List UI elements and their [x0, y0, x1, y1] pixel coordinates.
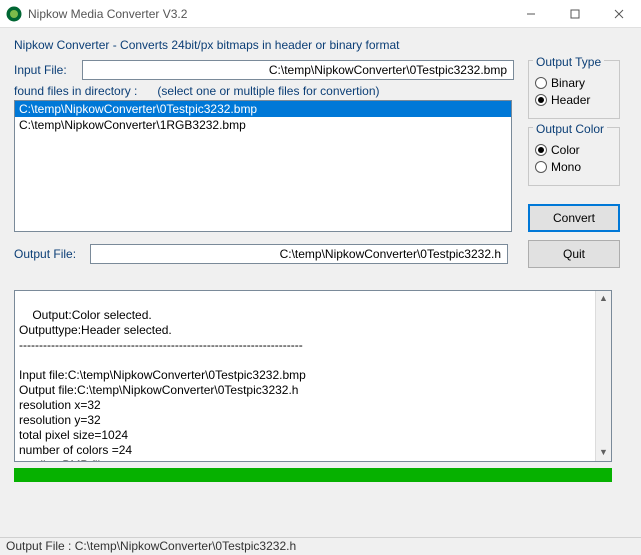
radio-icon [535, 144, 547, 156]
log-textarea[interactable]: Output:Color selected. Outputtype:Header… [14, 290, 612, 462]
list-item[interactable]: C:\temp\NipkowConverter\1RGB3232.bmp [15, 117, 511, 133]
scrollbar[interactable]: ▲ ▼ [595, 291, 611, 461]
output-file-field[interactable]: C:\temp\NipkowConverter\0Testpic3232.h [90, 244, 508, 264]
convert-button[interactable]: Convert [528, 204, 620, 232]
found-files-hint: (select one or multiple files for conver… [157, 84, 379, 98]
window-title: Nipkow Media Converter V3.2 [28, 7, 509, 21]
file-list[interactable]: C:\temp\NipkowConverter\0Testpic3232.bmp… [14, 100, 512, 232]
log-content: Output:Color selected. Outputtype:Header… [19, 308, 306, 462]
status-text: Output File : C:\temp\NipkowConverter\0T… [6, 539, 296, 553]
output-type-title: Output Type [533, 55, 604, 69]
radio-mono[interactable]: Mono [535, 160, 613, 174]
scroll-up-icon[interactable]: ▲ [596, 291, 611, 307]
radio-icon [535, 161, 547, 173]
input-file-label: Input File: [14, 63, 82, 77]
progress-bar [14, 468, 612, 482]
titlebar: Nipkow Media Converter V3.2 [0, 0, 641, 28]
radio-icon [535, 94, 547, 106]
close-button[interactable] [597, 0, 641, 27]
app-icon [6, 6, 22, 22]
output-color-group: Output Color Color Mono [528, 127, 620, 186]
scroll-down-icon[interactable]: ▼ [596, 445, 611, 461]
description-text: Nipkow Converter - Converts 24bit/px bit… [14, 38, 627, 52]
radio-icon [535, 77, 547, 89]
status-bar: Output File : C:\temp\NipkowConverter\0T… [0, 537, 641, 555]
output-type-group: Output Type Binary Header [528, 60, 620, 119]
radio-header[interactable]: Header [535, 93, 613, 107]
minimize-button[interactable] [509, 0, 553, 27]
radio-color[interactable]: Color [535, 143, 613, 157]
output-color-title: Output Color [533, 122, 607, 136]
quit-button[interactable]: Quit [528, 240, 620, 268]
output-file-label: Output File: [14, 247, 90, 261]
list-item[interactable]: C:\temp\NipkowConverter\0Testpic3232.bmp [15, 101, 511, 117]
input-file-field[interactable]: C:\temp\NipkowConverter\0Testpic3232.bmp [82, 60, 514, 80]
radio-binary[interactable]: Binary [535, 76, 613, 90]
maximize-button[interactable] [553, 0, 597, 27]
progress-fill [14, 468, 612, 482]
found-files-label: found files in directory : [14, 84, 137, 98]
